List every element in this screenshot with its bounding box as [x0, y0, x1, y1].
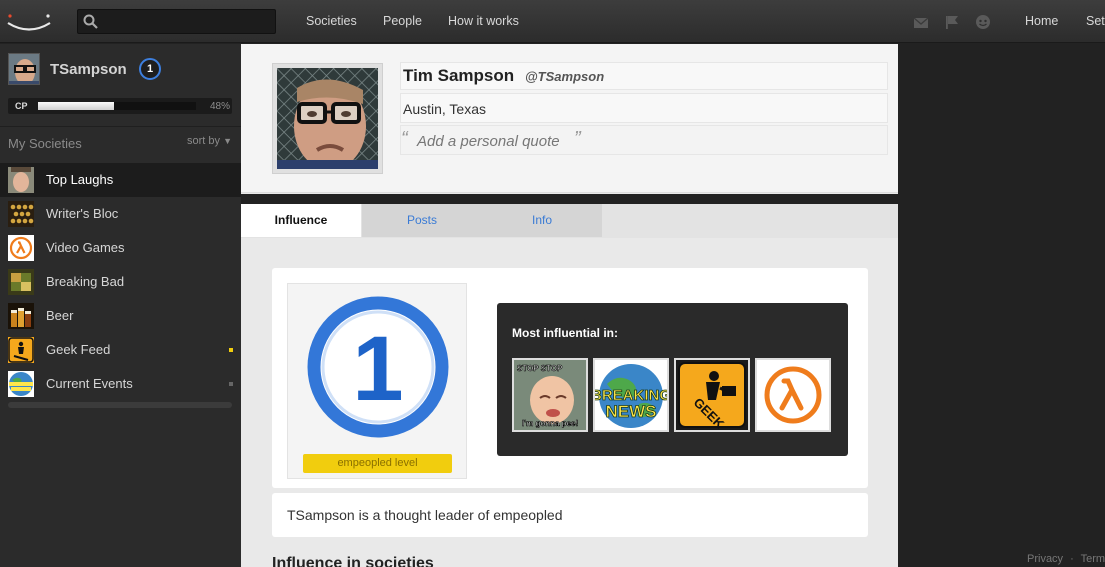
sidebar-item-label: Current Events: [46, 376, 133, 391]
sidebar-item-label: Writer's Bloc: [46, 206, 119, 221]
level-badge: 1: [139, 58, 161, 80]
quote-field[interactable]: “ Add a personal quote ”: [400, 125, 888, 155]
cp-percent: 48%: [209, 101, 230, 112]
typewriter-thumb: [8, 201, 34, 227]
lambda-logo-thumb[interactable]: [755, 358, 831, 432]
section-divider: [241, 194, 898, 204]
most-influential-box: Most influential in: STOP STOP I'm gonna…: [497, 303, 848, 456]
sort-by-label: sort by: [187, 135, 221, 147]
cp-progress-fill: [38, 102, 114, 110]
profile-photo[interactable]: [272, 63, 383, 174]
most-influential-title: Most influential in:: [512, 326, 618, 340]
sidebar-item-society[interactable]: Beer: [0, 299, 241, 333]
tab-posts[interactable]: Posts: [362, 204, 482, 237]
cp-meter: CP 48%: [8, 98, 232, 114]
level-label: empeopled level: [303, 454, 452, 473]
top-bar: Societies People How it works Home Set: [0, 0, 1105, 43]
influence-societies-heading: Influence in societies: [272, 555, 434, 567]
geek-sign-thumb[interactable]: GEEK: [674, 358, 750, 432]
beer-thumb: [8, 303, 34, 329]
cp-progress-bar: [38, 102, 196, 110]
sidebar-profile[interactable]: TSampson 1: [0, 44, 241, 96]
nav-how-it-works[interactable]: How it works: [448, 14, 519, 28]
societies-header: My Societies sort by ▼: [0, 126, 241, 156]
sidebar-item-label: Breaking Bad: [46, 274, 125, 289]
search-box[interactable]: [77, 9, 276, 34]
profile-header: Tim Sampson @TSampson Austin, Texas “ Ad…: [241, 44, 898, 193]
sidebar-scrollbar[interactable]: [8, 402, 232, 408]
level-box: 1 empeopled level: [287, 283, 467, 479]
news-text: NEWS: [606, 402, 657, 421]
breaking-news-thumb[interactable]: BREAKING NEWS: [593, 358, 669, 432]
profile-tabs: Influence Posts Info: [241, 204, 898, 238]
gonna-pee-caption: I'm gonna pee!: [522, 419, 578, 428]
app-window: Societies People How it works Home Set T…: [0, 0, 1105, 567]
sidebar-item-society[interactable]: Video Games: [0, 231, 241, 265]
sidebar-item-society[interactable]: Geek Feed: [0, 333, 241, 367]
nav-settings[interactable]: Set: [1086, 14, 1105, 28]
level-ring: 1: [307, 296, 449, 438]
thought-leader-card: TSampson is a thought leader of empeople…: [272, 493, 868, 537]
name-field: Tim Sampson @TSampson: [400, 62, 888, 90]
flag-icon[interactable]: [944, 14, 960, 30]
empeopled-logo[interactable]: [6, 10, 52, 32]
caret-down-icon: ▼: [223, 136, 232, 146]
sidebar-item-society[interactable]: Current Events: [0, 367, 241, 401]
footer-separator: ·: [1070, 553, 1074, 565]
tab-influence[interactable]: Influence: [241, 204, 361, 237]
privacy-link[interactable]: Privacy: [1027, 553, 1063, 565]
right-panel: [898, 44, 1105, 567]
sidebar-item-society[interactable]: Top Laughs: [0, 163, 241, 197]
sidebar-item-society[interactable]: Writer's Bloc: [0, 197, 241, 231]
footer-links: Privacy · Term: [1027, 553, 1105, 565]
sidebar-item-label: Top Laughs: [46, 172, 114, 187]
profile-handle: @TSampson: [525, 69, 605, 84]
mail-icon[interactable]: [913, 14, 929, 30]
nav-home[interactable]: Home: [1025, 14, 1058, 28]
breaking-bad-thumb: [8, 269, 34, 295]
geek-sign-thumb: [8, 337, 34, 363]
quote-close-mark: ”: [574, 128, 581, 150]
nav-people[interactable]: People: [383, 14, 422, 28]
sidebar-item-label: Video Games: [46, 240, 125, 255]
level-number: 1: [352, 318, 403, 420]
breaking-news-thumb: [8, 371, 34, 397]
location-field[interactable]: Austin, Texas: [400, 93, 888, 123]
avatar[interactable]: [8, 53, 40, 85]
nav-societies[interactable]: Societies: [306, 14, 357, 28]
influence-card: 1 empeopled level Most influential in: S…: [272, 268, 868, 488]
unread-indicator: [229, 382, 233, 386]
sidebar-username[interactable]: TSampson: [50, 61, 127, 78]
quote-placeholder[interactable]: Add a personal quote: [417, 133, 560, 150]
sidebar: TSampson 1 CP 48% My Societies sort by ▼…: [0, 44, 241, 567]
search-icon[interactable]: [83, 14, 98, 29]
search-input[interactable]: [104, 12, 272, 31]
profile-photo-image: [277, 68, 378, 169]
cp-label: CP: [15, 101, 28, 111]
societies-title: My Societies: [8, 136, 82, 151]
sort-by-dropdown[interactable]: sort by ▼: [187, 135, 232, 147]
profile-face-icon[interactable]: [975, 14, 991, 30]
quote-open-mark: “: [401, 128, 408, 150]
stop-stop-baby-thumb[interactable]: STOP STOP I'm gonna pee!: [512, 358, 588, 432]
unread-indicator: [229, 348, 233, 352]
profile-main: Tim Sampson @TSampson Austin, Texas “ Ad…: [241, 44, 898, 567]
sidebar-item-label: Geek Feed: [46, 342, 111, 357]
terms-link[interactable]: Term: [1081, 553, 1105, 565]
sidebar-item-society[interactable]: Breaking Bad: [0, 265, 241, 299]
face-photo-thumb: [8, 167, 34, 193]
sidebar-item-label: Beer: [46, 308, 74, 323]
profile-full-name: Tim Sampson: [403, 66, 515, 85]
thought-leader-text: TSampson is a thought leader of empeople…: [287, 507, 563, 523]
profile-location: Austin, Texas: [403, 101, 487, 117]
tab-info[interactable]: Info: [482, 204, 602, 237]
stop-stop-caption: STOP STOP: [517, 364, 563, 373]
lambda-logo-thumb: [8, 235, 34, 261]
